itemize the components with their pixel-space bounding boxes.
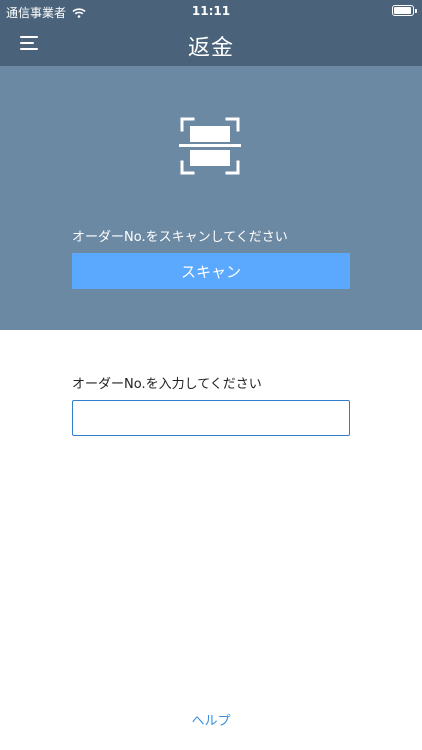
help-link[interactable]: ヘルプ bbox=[0, 710, 422, 729]
status-time: 11:11 bbox=[191, 4, 231, 18]
order-number-label: オーダーNo.を入力してください bbox=[72, 377, 262, 392]
battery-level bbox=[394, 7, 411, 14]
battery-icon bbox=[392, 5, 417, 16]
scan-panel: オーダーNo.をスキャンしてください スキャン bbox=[0, 66, 422, 330]
navigation-bar: 返金 bbox=[0, 22, 422, 66]
scan-instruction: オーダーNo.をスキャンしてください bbox=[72, 230, 288, 245]
status-bar: 通信事業者 11:11 bbox=[0, 0, 422, 22]
barcode-scan-icon bbox=[179, 117, 241, 175]
page-title: 返金 bbox=[187, 36, 234, 61]
scan-button[interactable]: スキャン bbox=[72, 253, 350, 289]
order-number-input[interactable] bbox=[72, 400, 350, 436]
